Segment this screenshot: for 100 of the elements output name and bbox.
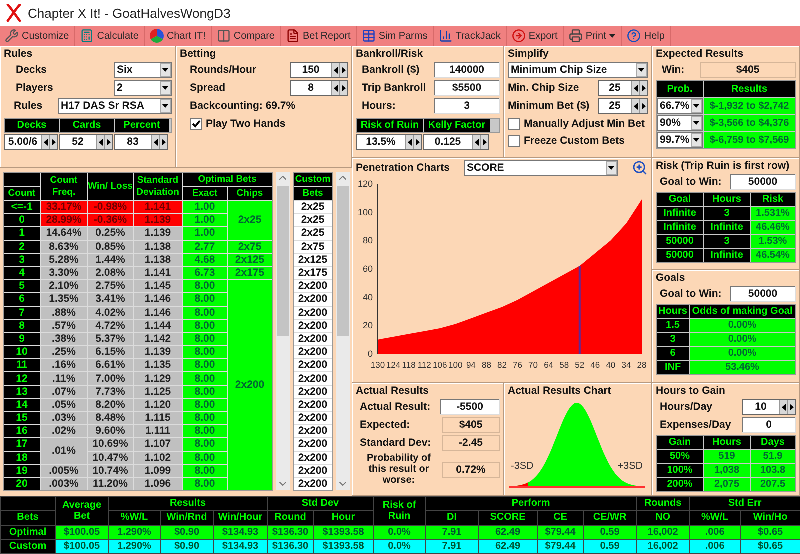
- decrement-button[interactable]: [472, 135, 480, 149]
- dropdown-button[interactable]: [606, 161, 617, 175]
- checkbox[interactable]: [508, 134, 520, 146]
- left-arrow-icon: [782, 404, 786, 410]
- increment-button[interactable]: [339, 81, 347, 95]
- count-cell: 10: [4, 346, 40, 358]
- printer-icon: [568, 29, 583, 43]
- table-cell[interactable]: 2x200: [294, 306, 332, 319]
- table-cell[interactable]: 2x200: [294, 398, 332, 411]
- dropdown-button[interactable]: [160, 63, 171, 77]
- input-field[interactable]: 140000: [434, 62, 500, 78]
- table-cell[interactable]: 2x200: [294, 464, 332, 477]
- spin-box[interactable]: 8: [290, 80, 348, 96]
- decrement-button[interactable]: [631, 81, 639, 95]
- dropdown[interactable]: Six: [114, 62, 172, 78]
- checkbox[interactable]: [190, 118, 202, 130]
- table-cell: .57%: [41, 320, 87, 332]
- table-cell[interactable]: 2x200: [294, 372, 332, 385]
- increment-button[interactable]: [639, 99, 647, 113]
- scroll-thumb[interactable]: [337, 186, 349, 336]
- spin-box[interactable]: 150: [290, 62, 348, 78]
- dropdown[interactable]: 99.7%: [657, 132, 703, 148]
- dropdown[interactable]: 2: [114, 80, 172, 96]
- table-cell[interactable]: 2x25: [294, 214, 332, 226]
- column-header: Win/Rnd: [160, 510, 214, 525]
- checkbox[interactable]: [508, 118, 520, 130]
- table-cell[interactable]: 2x200: [294, 425, 332, 438]
- decrement-button[interactable]: [779, 400, 787, 414]
- decrement-button[interactable]: [405, 135, 413, 149]
- input-field[interactable]: 0: [742, 417, 796, 433]
- dropdown[interactable]: Minimum Chip Size: [508, 62, 648, 78]
- increment-button[interactable]: [480, 135, 488, 149]
- panel-title: Goals: [656, 272, 686, 284]
- table-cell[interactable]: 2x200: [294, 346, 332, 358]
- table-cell: 6.73: [183, 266, 227, 280]
- input-field[interactable]: -5500: [440, 399, 500, 415]
- input-field[interactable]: $5500: [434, 80, 500, 96]
- column-header: Hour: [314, 510, 374, 525]
- table-cell[interactable]: 2x125: [294, 254, 332, 266]
- increment-button[interactable]: [413, 135, 421, 149]
- spin-box[interactable]: 52: [59, 134, 113, 150]
- input-field[interactable]: 50000: [730, 174, 796, 190]
- column-header: Goal: [657, 193, 703, 206]
- right-arrow-icon: [106, 138, 110, 146]
- table-cell[interactable]: 2x200: [294, 359, 332, 372]
- table-cell[interactable]: 2x200: [294, 478, 332, 490]
- table-cell[interactable]: 2x75: [294, 240, 332, 253]
- decrement-button[interactable]: [631, 99, 639, 113]
- table-cell[interactable]: 2x25: [294, 227, 332, 240]
- spin-box[interactable]: 10: [742, 399, 796, 415]
- input-field[interactable]: 50000: [730, 286, 796, 302]
- spin-box[interactable]: 25: [598, 98, 648, 114]
- spin-box[interactable]: 25: [598, 80, 648, 96]
- dropdown[interactable]: 66.7%: [657, 98, 703, 114]
- table-cell[interactable]: 2x200: [294, 452, 332, 464]
- axis-tick-label: 100: [358, 207, 373, 218]
- table-cell[interactable]: 2x200: [294, 412, 332, 424]
- table-cell: 62.49: [478, 525, 538, 540]
- check-icon: [192, 120, 200, 128]
- dropdown-button[interactable]: [160, 81, 171, 95]
- spin-box[interactable]: 83: [114, 134, 168, 150]
- dropdown-button[interactable]: [691, 133, 702, 147]
- increment-button[interactable]: [787, 400, 795, 414]
- scrollbar[interactable]: [336, 172, 350, 490]
- decrement-button[interactable]: [41, 135, 49, 149]
- increment-button[interactable]: [49, 135, 57, 149]
- spin-box[interactable]: 5.00/6: [4, 134, 58, 150]
- scroll-thumb[interactable]: [277, 186, 289, 336]
- decrement-button[interactable]: [96, 135, 104, 149]
- table-cell[interactable]: 2x200: [294, 438, 332, 451]
- spin-box[interactable]: 0.125: [423, 134, 489, 150]
- table-cell[interactable]: 2x200: [294, 386, 332, 398]
- spin-box[interactable]: 13.5%: [356, 134, 422, 150]
- table-cell: Infinite: [704, 249, 750, 262]
- decrement-button[interactable]: [331, 63, 339, 77]
- table-cell[interactable]: 2x200: [294, 280, 332, 292]
- increment-button[interactable]: [104, 135, 112, 149]
- dropdown[interactable]: 90%: [657, 115, 703, 131]
- zoom-icon[interactable]: [632, 160, 648, 176]
- dropdown[interactable]: H17 DAS Sr RSA: [58, 98, 172, 114]
- decrement-button[interactable]: [331, 81, 339, 95]
- decrement-button[interactable]: [151, 135, 159, 149]
- table-cell: 10.47%: [88, 452, 133, 464]
- dropdown-button[interactable]: [691, 99, 702, 113]
- dropdown-button[interactable]: [160, 99, 171, 113]
- table-cell: .02%: [41, 425, 87, 438]
- scrollbar[interactable]: [276, 172, 290, 490]
- table-cell[interactable]: 2x200: [294, 320, 332, 332]
- input-field[interactable]: 3: [434, 98, 500, 114]
- increment-button[interactable]: [159, 135, 167, 149]
- table-cell[interactable]: 2x200: [294, 293, 332, 306]
- table-cell[interactable]: 2x25: [294, 201, 332, 214]
- table-cell[interactable]: 2x200: [294, 332, 332, 346]
- increment-button[interactable]: [339, 63, 347, 77]
- dropdown-button[interactable]: [691, 116, 702, 130]
- increment-button[interactable]: [639, 81, 647, 95]
- left-arrow-icon: [634, 102, 638, 110]
- dropdown-button[interactable]: [636, 63, 647, 77]
- dropdown[interactable]: SCORE: [464, 160, 618, 176]
- table-cell[interactable]: 2x175: [294, 266, 332, 280]
